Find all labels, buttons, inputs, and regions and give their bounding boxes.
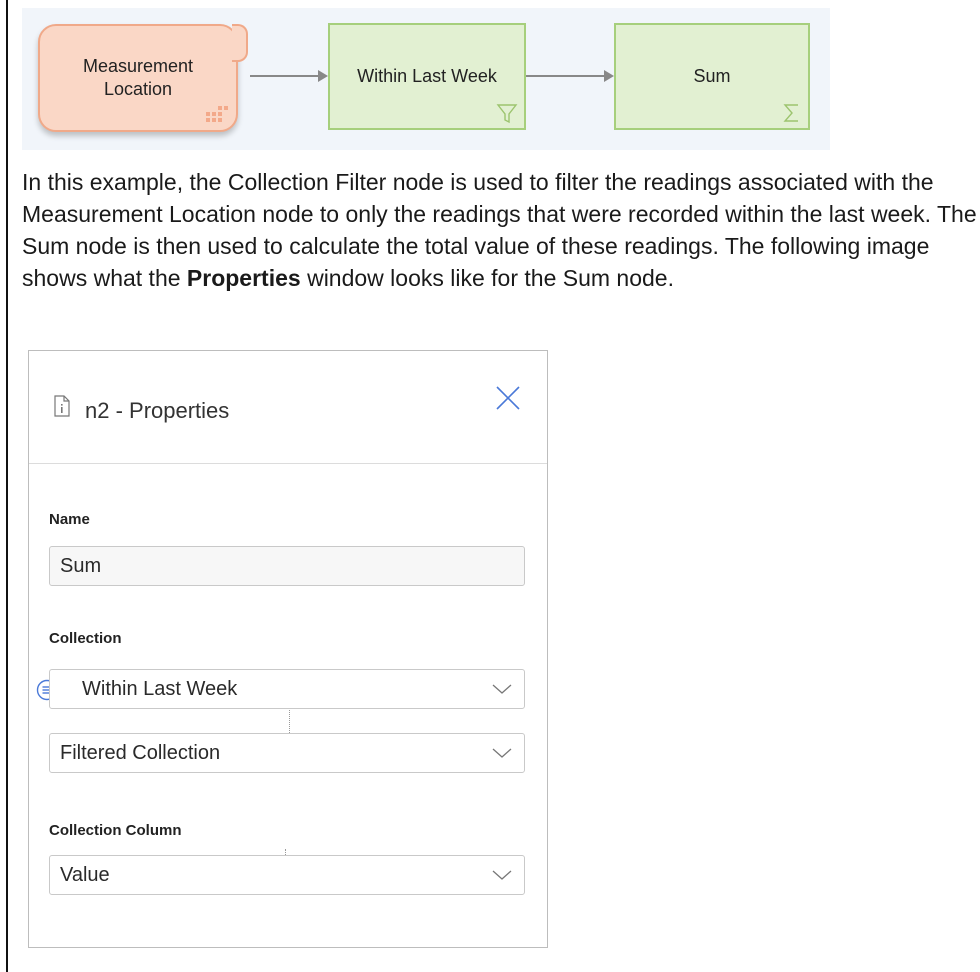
node-sum[interactable]: Sum [614, 23, 810, 130]
name-label: Name [49, 511, 90, 528]
paragraph-text-end: window looks like for the Sum node. [300, 265, 674, 291]
node-label: Measurement Location [83, 55, 193, 101]
description-paragraph: In this example, the Collection Filter n… [22, 166, 980, 294]
node-connector-tab [232, 24, 248, 62]
connector-arrowhead-2 [604, 70, 614, 82]
close-icon[interactable] [495, 385, 521, 411]
connector-arrowhead-1 [318, 70, 328, 82]
collection-select[interactable]: Within Last Week [49, 669, 525, 709]
node-label: Within Last Week [357, 66, 497, 86]
filter-icon [496, 104, 518, 124]
node-measurement-location[interactable]: Measurement Location [38, 24, 248, 132]
dotted-divider [289, 710, 290, 733]
node-label-line-1: Measurement [82, 56, 194, 76]
name-field-value: Sum [60, 555, 102, 577]
node-label-line-2: Location [103, 79, 173, 99]
chevron-down-icon [492, 684, 512, 694]
paragraph-bold-term: Properties [186, 265, 301, 291]
node-label: Sum [693, 66, 731, 86]
chevron-down-icon [492, 748, 512, 758]
workflow-diagram: Measurement Location Within Last Week Su… [22, 8, 830, 150]
panel-title: n2 - Properties [85, 398, 230, 423]
collection-column-label: Collection Column [49, 822, 182, 839]
collection-column-select-value: Value [60, 864, 110, 886]
name-field[interactable]: Sum [49, 546, 525, 586]
collection-select-value: Within Last Week [82, 678, 238, 700]
info-document-icon [54, 395, 70, 417]
left-margin-rule [6, 0, 8, 972]
collection-label: Collection [49, 630, 122, 647]
collection-sub-select-value: Filtered Collection [60, 742, 221, 764]
panel-header: n2 - Properties [29, 351, 547, 464]
chevron-down-icon [492, 870, 512, 880]
scatter-dots-icon [206, 106, 228, 122]
properties-panel: n2 - Properties Name Sum Collection With… [28, 350, 548, 948]
node-within-last-week[interactable]: Within Last Week [328, 23, 526, 130]
collection-column-select[interactable]: Value [49, 855, 525, 895]
collection-sub-select[interactable]: Filtered Collection [49, 733, 525, 773]
sigma-icon [783, 104, 798, 122]
